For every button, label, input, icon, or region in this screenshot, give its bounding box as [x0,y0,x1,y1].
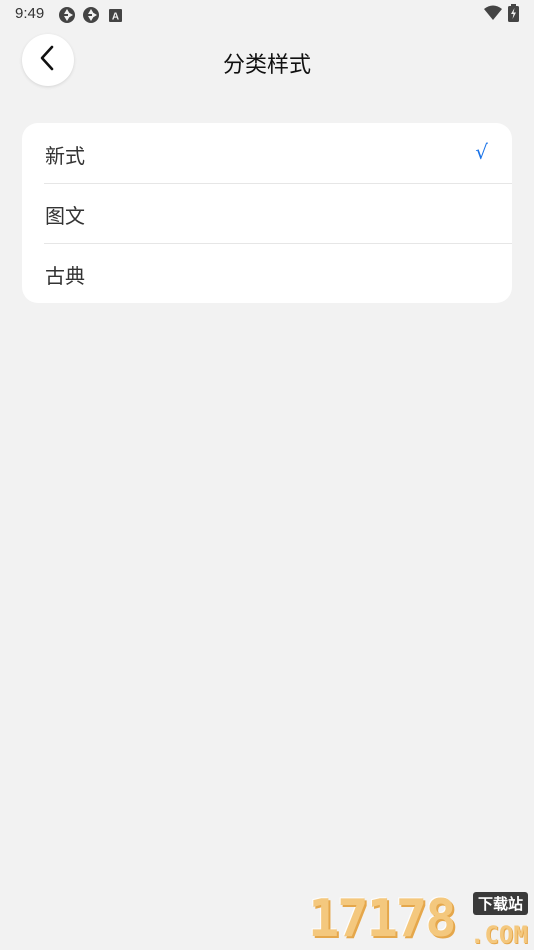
page-title: 分类样式 [222,53,311,78]
wifi-icon [484,5,502,25]
option-modern[interactable]: 新式 √ [22,123,512,183]
nav-bar: 分类样式 [0,30,534,92]
camera-aperture-icon [58,6,76,28]
watermark-domain: .COM [470,921,528,949]
option-classic[interactable]: 古典 [22,243,512,303]
battery-charging-icon [508,4,519,26]
watermark-badge: 下载站 [473,892,529,915]
watermark-digits: 17178 [308,889,457,949]
style-options-list: 新式 √ 图文 古典 [22,123,512,303]
camera-aperture-icon [82,6,100,28]
option-label: 新式 [45,144,85,168]
option-label: 古典 [45,264,85,288]
keyboard-a-icon: A [109,7,122,26]
svg-text:A: A [112,12,119,23]
watermark-logo: 17178 下载站 .COM [308,885,534,950]
status-bar: 9:49 A [0,0,534,28]
status-time: 9:49 [15,5,45,22]
option-label: 图文 [45,204,85,228]
check-mark-icon: √ [475,140,488,164]
option-image-text[interactable]: 图文 [22,183,512,243]
